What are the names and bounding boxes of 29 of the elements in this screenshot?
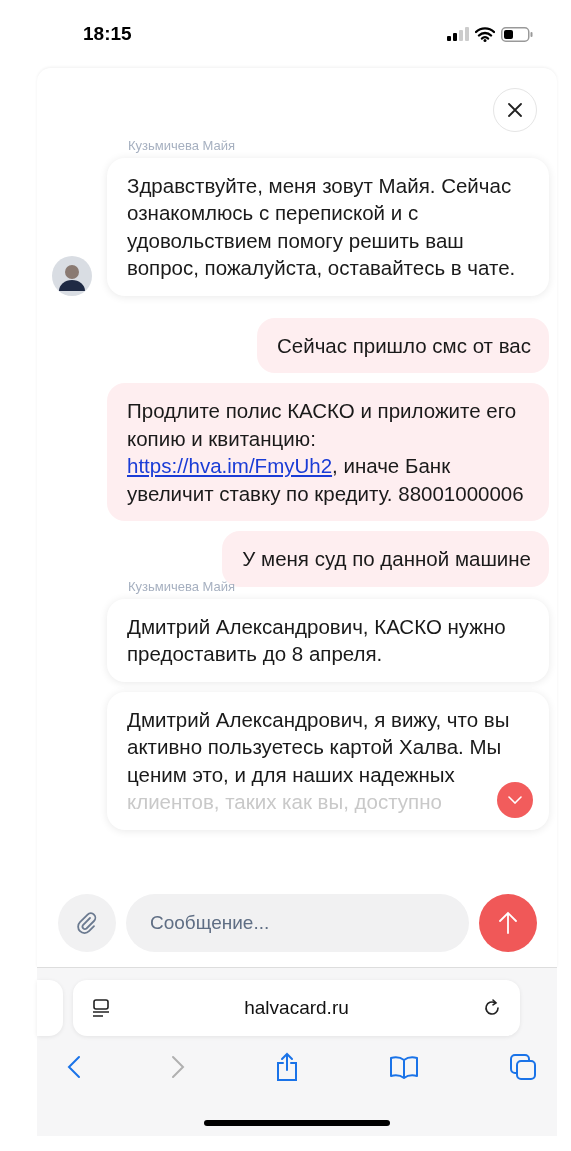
paperclip-icon bbox=[75, 911, 99, 936]
close-icon bbox=[507, 102, 523, 118]
battery-icon bbox=[501, 26, 533, 42]
message-text: Продлите полис КАСКО и приложите его копию и квитанцию: https://hva.im/FmyUh2, иначе Банк увеличит ставку по кредиту. 88001000006 bbox=[127, 399, 524, 505]
message-text: У меня суд по данной машине bbox=[242, 547, 531, 571]
book-icon[interactable] bbox=[389, 1055, 419, 1079]
chevron-down-icon bbox=[508, 795, 522, 804]
wifi-icon bbox=[475, 26, 495, 42]
address-bar[interactable]: halvacard.ru bbox=[73, 980, 520, 1036]
message-text: Дмитрий Александрович, КАСКО нужно предоставить до 8 апреля. bbox=[127, 613, 507, 668]
status-time: 18:15 bbox=[83, 23, 132, 45]
send-button[interactable] bbox=[479, 894, 537, 953]
page-menu-icon[interactable] bbox=[91, 998, 111, 1018]
url-text: halvacard.ru bbox=[244, 997, 349, 1019]
arrow-up-icon bbox=[498, 911, 518, 936]
message-input[interactable]: Сообщение... bbox=[126, 894, 469, 953]
reload-icon[interactable] bbox=[482, 998, 502, 1018]
back-icon[interactable] bbox=[67, 1055, 81, 1079]
signal-icon bbox=[447, 27, 469, 41]
message-text: Здравствуйте, меня зовут Майя. Сейчас ознакомлюсь с перепиской и с удовольствием помогу решить ваш вопрос, пожалуйста, оставайтесь в чате. bbox=[127, 172, 517, 282]
message-link[interactable]: https://hva.im/FmyUh2 bbox=[127, 454, 333, 478]
sender-name: Кузьмичева Майя bbox=[128, 137, 237, 153]
sender-name: Кузьмичева Майя bbox=[128, 578, 237, 594]
message-text: Сейчас пришло смс от вас bbox=[277, 333, 531, 357]
avatar-icon bbox=[52, 255, 92, 296]
close-button[interactable] bbox=[493, 88, 537, 132]
share-icon[interactable] bbox=[275, 1052, 299, 1082]
message-text: Дмитрий Александрович, я вижу, что вы активно пользуетесь картой Халва. Мы ценим это, и для наших надежных bbox=[127, 706, 511, 788]
tabs-icon[interactable] bbox=[509, 1053, 537, 1081]
